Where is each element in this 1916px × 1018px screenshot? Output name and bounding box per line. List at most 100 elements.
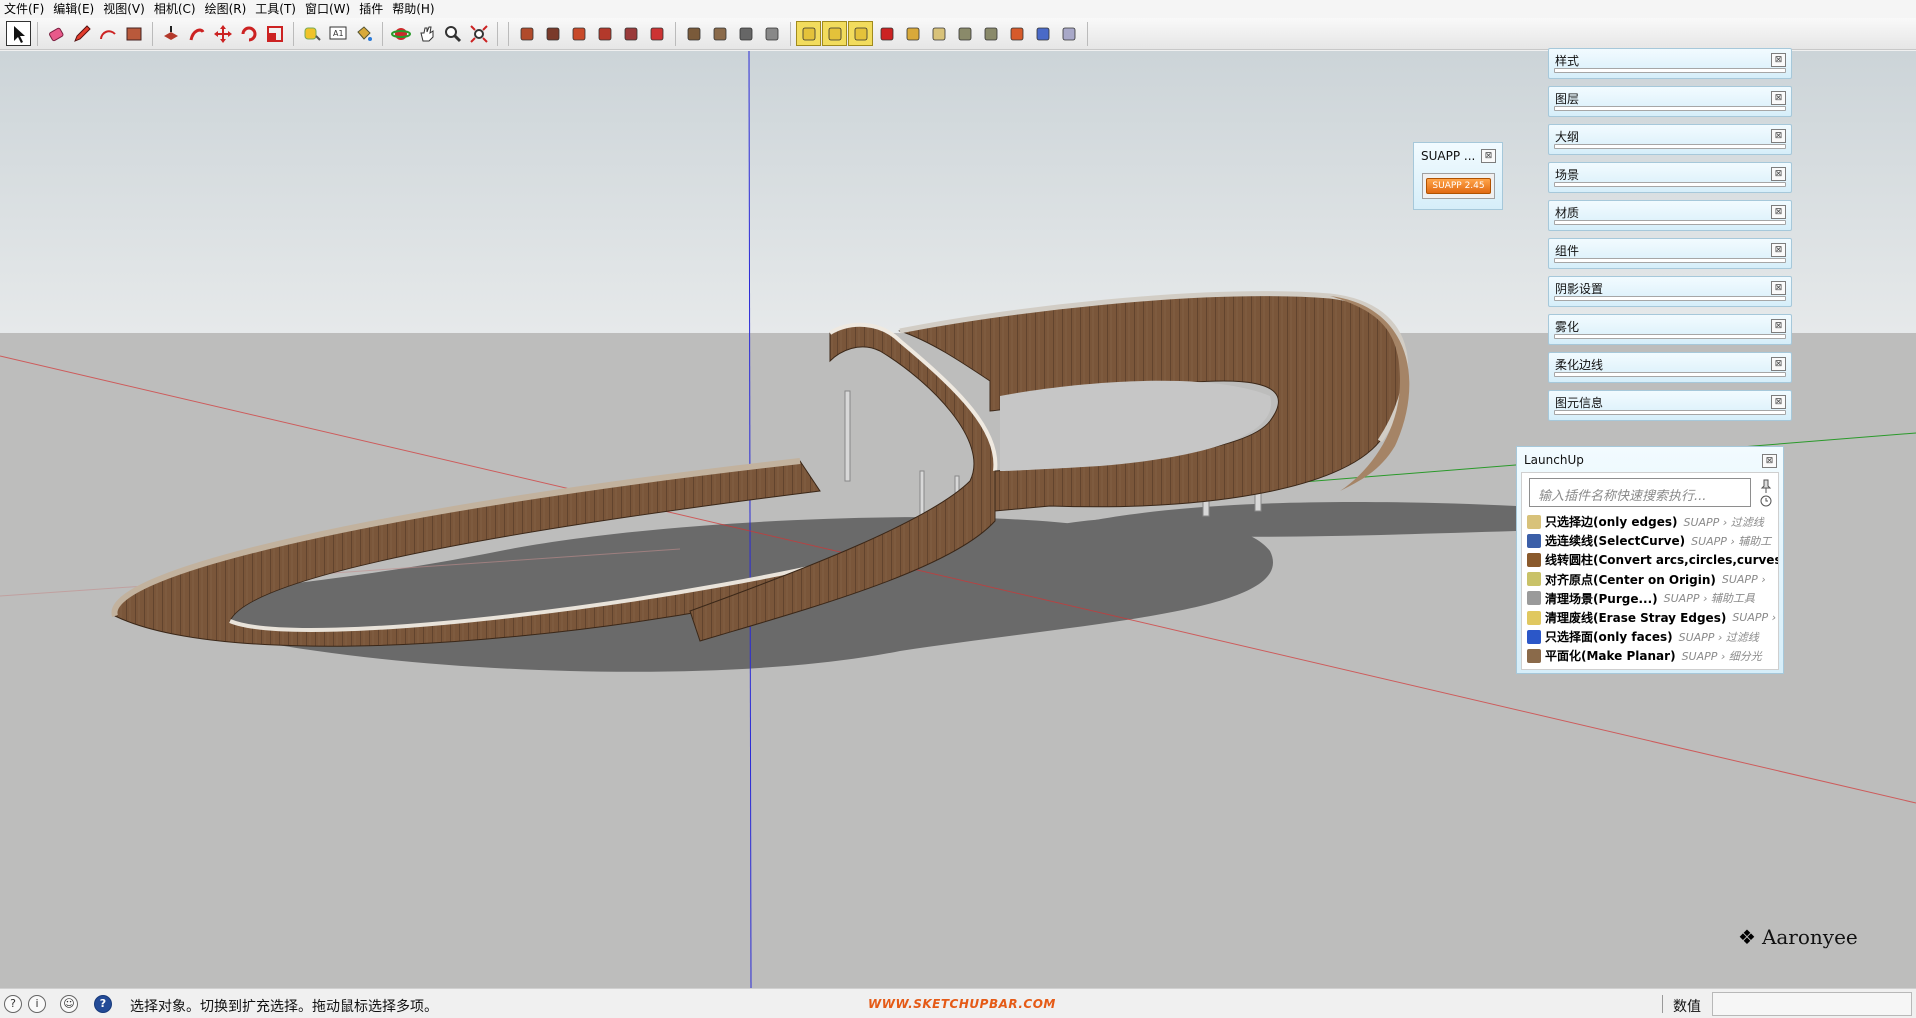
shape-tool-button[interactable]	[121, 21, 146, 46]
tray-panel-8[interactable]: 柔化边线 ⊠	[1548, 352, 1792, 383]
brush-icon-button[interactable]	[1004, 21, 1029, 46]
launchup-search-input[interactable]: 输入插件名称快速搜索执行...	[1529, 478, 1751, 507]
close-icon[interactable]: ⊠	[1771, 281, 1786, 295]
tray-panel-5[interactable]: 组件 ⊠	[1548, 238, 1792, 269]
menu-item-8[interactable]: 帮助(H)	[390, 0, 441, 18]
paint-bucket-tool-button[interactable]	[351, 21, 376, 46]
tray-panel-title: 大纲	[1555, 130, 1580, 144]
wave-icon	[984, 27, 997, 40]
tray-panel-9[interactable]: 图元信息 ⊠	[1548, 390, 1792, 421]
rotate-tool-button[interactable]	[236, 21, 261, 46]
layer-icon-button[interactable]	[618, 21, 643, 46]
pin-icon[interactable]	[1758, 478, 1774, 508]
section-icon-button[interactable]	[592, 21, 617, 46]
zoom-extents-icon	[469, 24, 488, 43]
cube-icon-button[interactable]	[1030, 21, 1055, 46]
text-tool-button[interactable]: A1	[325, 21, 350, 46]
geo-location-icon[interactable]: ?	[4, 995, 22, 1013]
column-tool-icon-button[interactable]	[796, 21, 821, 46]
launchup-result-item[interactable]: 只选择边(only edges) SUAPP › 过滤线	[1527, 512, 1778, 531]
move-tool-button[interactable]	[210, 21, 235, 46]
launchup-window: LaunchUp ⊠ 输入插件名称快速搜索执行... 只选择边(only edg…	[1516, 446, 1784, 674]
pencil-tool-button[interactable]	[69, 21, 94, 46]
tray-panel-0[interactable]: 样式 ⊠	[1548, 48, 1792, 79]
suapp-launch-button[interactable]: SUAPP 2.45	[1422, 173, 1495, 199]
eraser-plus-icon-button[interactable]	[1056, 21, 1081, 46]
launchup-result-item[interactable]: 清理场景(Purge...) SUAPP › 辅助工具	[1527, 589, 1778, 608]
eraser-tool-button[interactable]	[43, 21, 68, 46]
push-pull-tool-button[interactable]	[158, 21, 183, 46]
help-icon[interactable]: ?	[94, 995, 112, 1013]
arc-tool-button[interactable]	[95, 21, 120, 46]
menu-item-1[interactable]: 编辑(E)	[51, 0, 101, 18]
zoom-tool-button[interactable]	[440, 21, 465, 46]
close-icon[interactable]: ⊠	[1771, 91, 1786, 105]
select-tool-button[interactable]	[6, 21, 31, 46]
group-icon-button[interactable]	[644, 21, 669, 46]
nc-tool-icon-button[interactable]	[822, 21, 847, 46]
tray-panel-collapsed-bar	[1554, 296, 1786, 301]
launchup-result-item[interactable]: 对齐原点(Center on Origin) SUAPP ›	[1527, 570, 1778, 589]
house-icon-button[interactable]	[681, 21, 706, 46]
face-icon-button[interactable]	[759, 21, 784, 46]
tray-panel-6[interactable]: 阴影设置 ⊠	[1548, 276, 1792, 307]
menu-item-5[interactable]: 工具(T)	[253, 0, 303, 18]
ruler-icon-button[interactable]	[926, 21, 951, 46]
credits-icon[interactable]: i	[28, 995, 46, 1013]
tape-measure-tool-button[interactable]	[299, 21, 324, 46]
tray-panel-title: 组件	[1555, 244, 1580, 258]
curve-icon-button[interactable]	[952, 21, 977, 46]
follow-me-tool-button[interactable]	[184, 21, 209, 46]
scale-tool-button[interactable]	[262, 21, 287, 46]
close-icon[interactable]: ⊠	[1771, 357, 1786, 371]
launchup-result-item[interactable]: 平面化(Make Planar) SUAPP › 细分光	[1527, 646, 1778, 665]
material-icon-button[interactable]	[540, 21, 565, 46]
menu-item-6[interactable]: 窗口(W)	[303, 0, 357, 18]
close-icon[interactable]: ⊠	[1771, 129, 1786, 143]
tray-panel-1[interactable]: 图层 ⊠	[1548, 86, 1792, 117]
toolbar-separator	[497, 21, 498, 46]
tray-panel-collapsed-bar	[1554, 258, 1786, 263]
component-icon	[520, 27, 533, 40]
menu-item-3[interactable]: 相机(C)	[152, 0, 203, 18]
grid-tool-icon-button[interactable]	[848, 21, 873, 46]
close-icon[interactable]: ⊠	[1771, 243, 1786, 257]
tray-panel-3[interactable]: 场景 ⊠	[1548, 162, 1792, 193]
component-icon-button[interactable]	[514, 21, 539, 46]
launchup-result-item[interactable]: 线转圆柱(Convert arcs,circles,curves	[1527, 550, 1778, 569]
value-input[interactable]	[1712, 992, 1912, 1016]
launchup-result-item[interactable]: 清理废线(Erase Stray Edges) SUAPP ›	[1527, 608, 1778, 627]
roof-icon-button[interactable]	[707, 21, 732, 46]
close-icon[interactable]: ⊠	[1771, 205, 1786, 219]
close-icon[interactable]: ⊠	[1771, 319, 1786, 333]
plugin-category: SUAPP › 过滤线	[1683, 515, 1764, 529]
menu-item-7[interactable]: 插件	[357, 0, 390, 18]
close-icon[interactable]: ⊠	[1771, 395, 1786, 409]
plugin-name: 清理场景(Purge...)	[1545, 591, 1658, 606]
zoom-extents-tool-button[interactable]	[466, 21, 491, 46]
suapp-close-icon[interactable]: ⊠	[1481, 149, 1496, 163]
launchup-result-item[interactable]: 只选择面(only faces) SUAPP › 过滤线	[1527, 627, 1778, 646]
cut-icon-button[interactable]	[874, 21, 899, 46]
user-account-icon[interactable]: ☺	[60, 995, 78, 1013]
tray-panel-2[interactable]: 大纲 ⊠	[1548, 124, 1792, 155]
plugin-category: SUAPP ›	[1721, 572, 1766, 586]
orbit-tool-button[interactable]	[388, 21, 413, 46]
texture-icon-button[interactable]	[566, 21, 591, 46]
launchup-close-icon[interactable]: ⊠	[1762, 454, 1777, 468]
launchup-results: 只选择边(only edges) SUAPP › 过滤线 选连续线(SelectCu…	[1527, 512, 1778, 666]
close-icon[interactable]: ⊠	[1771, 167, 1786, 181]
menu-item-2[interactable]: 视图(V)	[101, 0, 152, 18]
status-bar: ? i ☺ ? 选择对象。切换到扩充选择。拖动鼠标选择多项。 WWW.SKETC…	[0, 988, 1916, 1018]
launchup-result-item[interactable]: 选连续线(SelectCurve) SUAPP › 辅助工	[1527, 531, 1778, 550]
pan-tool-button[interactable]	[414, 21, 439, 46]
hook-icon-button[interactable]	[900, 21, 925, 46]
tray-panel-4[interactable]: 材质 ⊠	[1548, 200, 1792, 231]
menu-item-0[interactable]: 文件(F)	[2, 0, 51, 18]
tray-panel-7[interactable]: 雾化 ⊠	[1548, 314, 1792, 345]
wave-icon-button[interactable]	[978, 21, 1003, 46]
menu-item-4[interactable]: 绘图(R)	[203, 0, 254, 18]
slab-icon-button[interactable]	[733, 21, 758, 46]
grid-tool-icon	[854, 27, 867, 40]
close-icon[interactable]: ⊠	[1771, 53, 1786, 67]
